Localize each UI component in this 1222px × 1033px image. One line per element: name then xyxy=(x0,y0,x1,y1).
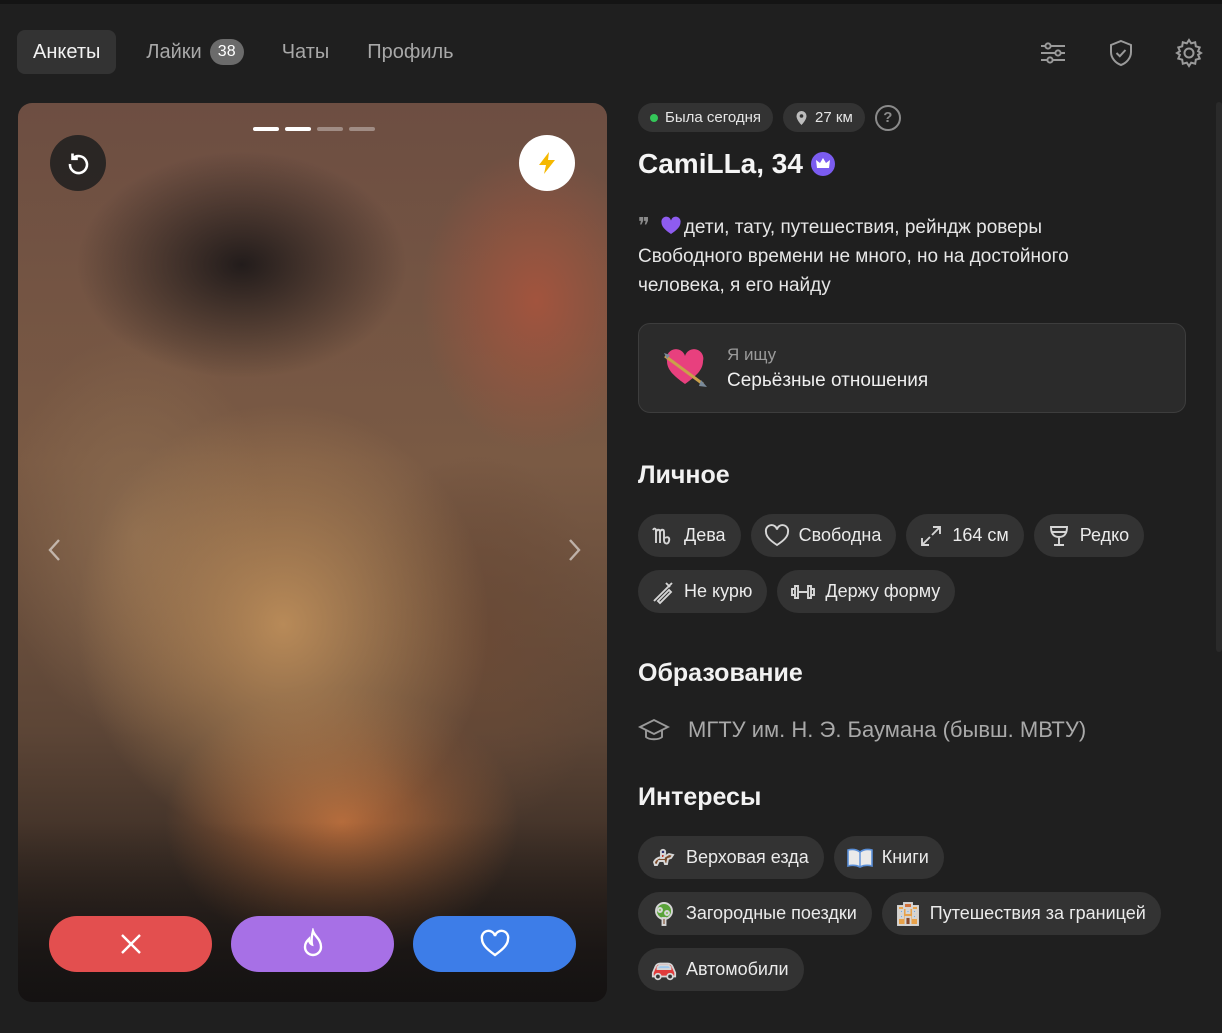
education-section-title: Образование xyxy=(638,659,803,687)
tag-fitness-label: Держу форму xyxy=(825,581,941,601)
interest-tag: Загородные поездки xyxy=(638,892,872,935)
seeking-value: Серьёзные отношения xyxy=(727,369,929,391)
personal-tags: Дева Свободна 164 см Редко Не курю Держу… xyxy=(638,514,1186,613)
status-row: Была сегодня 27 км ? xyxy=(638,103,1188,132)
photo-page-indicator xyxy=(349,127,375,131)
boost-button[interactable] xyxy=(519,135,575,191)
app-window: Анкеты Лайки 38 Чаты Профиль Была сегодн… xyxy=(0,0,1222,1033)
horse-riding-icon xyxy=(650,844,678,872)
education-value: МГТУ им. Н. Э. Баумана (бывш. МВТУ) xyxy=(688,717,1087,742)
tab-chats-label: Чаты xyxy=(281,40,330,63)
fire-icon xyxy=(303,928,322,957)
tag-relationship-label: Свободна xyxy=(798,525,882,545)
photo-page-indicator xyxy=(285,127,311,131)
filters-icon[interactable] xyxy=(1034,34,1072,72)
heart-outline-icon xyxy=(764,523,789,546)
education-row: МГТУ им. Н. Э. Баумана (бывш. МВТУ) xyxy=(638,716,1188,744)
tab-profiles-label: Анкеты xyxy=(33,40,101,63)
name-row: CamiLLa, 34 xyxy=(638,148,1188,180)
tab-profiles[interactable]: Анкеты xyxy=(17,30,117,74)
interests-section-title: Интересы xyxy=(638,783,762,811)
tab-likes-label: Лайки xyxy=(146,40,202,63)
dislike-button[interactable] xyxy=(49,916,212,972)
graduation-cap-icon xyxy=(638,718,670,741)
like-button[interactable] xyxy=(413,916,576,972)
tag-fitness: Держу форму xyxy=(777,570,956,613)
photo-prev-arrow[interactable] xyxy=(40,535,70,565)
close-icon xyxy=(120,934,141,954)
undo-icon xyxy=(68,153,89,175)
quote-icon: ❞ xyxy=(638,214,650,239)
scrollbar[interactable] xyxy=(1216,102,1222,652)
lightning-icon xyxy=(539,152,555,174)
bio-text: дети, тату, путешествия, рейндж роверы С… xyxy=(638,217,1069,296)
interest-label: Путешествия за границей xyxy=(929,903,1146,923)
interest-tags: Верховая езда Книги Загородные поездки П… xyxy=(638,836,1186,991)
expand-icon xyxy=(921,525,942,546)
profile-details: Была сегодня 27 км ? CamiLLa, 34 ❞ дети, … xyxy=(638,103,1188,991)
tree-icon xyxy=(650,900,678,928)
tab-likes[interactable]: Лайки 38 xyxy=(130,30,259,74)
photo-pagination xyxy=(253,127,375,131)
interest-label: Загородные поездки xyxy=(686,903,857,923)
tag-alcohol-label: Редко xyxy=(1079,525,1130,545)
tab-chats[interactable]: Чаты xyxy=(266,30,346,74)
personal-section-title: Личное xyxy=(638,461,730,489)
superlike-button[interactable] xyxy=(231,916,394,972)
tab-profile-label: Профиль xyxy=(367,40,454,63)
tag-smoking: Не курю xyxy=(638,570,768,613)
tab-profile[interactable]: Профиль xyxy=(351,30,469,74)
tag-alcohol: Редко xyxy=(1033,514,1145,557)
profile-name: CamiLLa, 34 xyxy=(638,148,803,179)
swipe-actions xyxy=(49,916,576,972)
purple-heart-icon xyxy=(661,216,681,234)
top-nav: Анкеты Лайки 38 Чаты Профиль xyxy=(17,30,470,74)
tag-relationship: Свободна xyxy=(750,514,897,557)
help-icon[interactable]: ? xyxy=(874,104,901,131)
interest-label: Автомобили xyxy=(686,959,789,979)
tag-zodiac: Дева xyxy=(638,514,741,557)
heart-icon xyxy=(480,929,509,957)
interest-tag: Верховая езда xyxy=(638,836,824,879)
photo-next-arrow[interactable] xyxy=(559,535,589,565)
glass-icon xyxy=(1049,525,1068,546)
tag-height: 164 см xyxy=(906,514,1024,557)
tag-height-label: 164 см xyxy=(952,525,1009,545)
chevron-right-icon xyxy=(569,539,581,561)
top-actions xyxy=(1034,34,1208,72)
heart-with-arrow-icon xyxy=(664,349,707,387)
undo-button[interactable] xyxy=(50,135,106,191)
interest-tag: Книги xyxy=(833,836,944,879)
gear-icon[interactable] xyxy=(1170,34,1208,72)
photo-page-indicator xyxy=(253,127,279,131)
premium-crown-icon xyxy=(810,152,835,176)
photo-page-indicator xyxy=(317,127,343,131)
virgo-icon xyxy=(652,527,671,544)
shield-check-icon[interactable] xyxy=(1102,34,1140,72)
profile-photo[interactable] xyxy=(18,103,607,1002)
car-icon xyxy=(650,956,678,984)
book-icon xyxy=(846,844,874,872)
interest-label: Верховая езда xyxy=(686,847,809,867)
likes-count-badge: 38 xyxy=(209,39,244,65)
hotel-icon xyxy=(894,900,922,928)
seeking-label: Я ищу xyxy=(727,344,777,364)
online-status-text: Была сегодня xyxy=(665,109,762,126)
chevron-left-icon xyxy=(48,539,60,561)
dumbbell-icon xyxy=(791,584,816,599)
tag-zodiac-label: Дева xyxy=(684,525,726,545)
tag-smoking-label: Не курю xyxy=(684,581,753,601)
interest-tag: Автомобили xyxy=(638,948,804,991)
interest-label: Книги xyxy=(881,847,929,867)
photo-bottom-gradient xyxy=(18,822,607,1002)
distance-text: 27 км xyxy=(815,109,853,126)
location-pin-icon xyxy=(796,110,807,125)
no-smoking-icon xyxy=(653,581,673,604)
online-status-chip: Была сегодня xyxy=(638,103,774,132)
seeking-card: Я ищу Серьёзные отношения xyxy=(638,323,1186,413)
interest-tag: Путешествия за границей xyxy=(881,892,1161,935)
distance-chip: 27 км xyxy=(783,103,865,132)
online-dot-icon xyxy=(650,113,658,122)
profile-bio: ❞ дети, тату, путешествия, рейндж роверы … xyxy=(638,212,1138,300)
